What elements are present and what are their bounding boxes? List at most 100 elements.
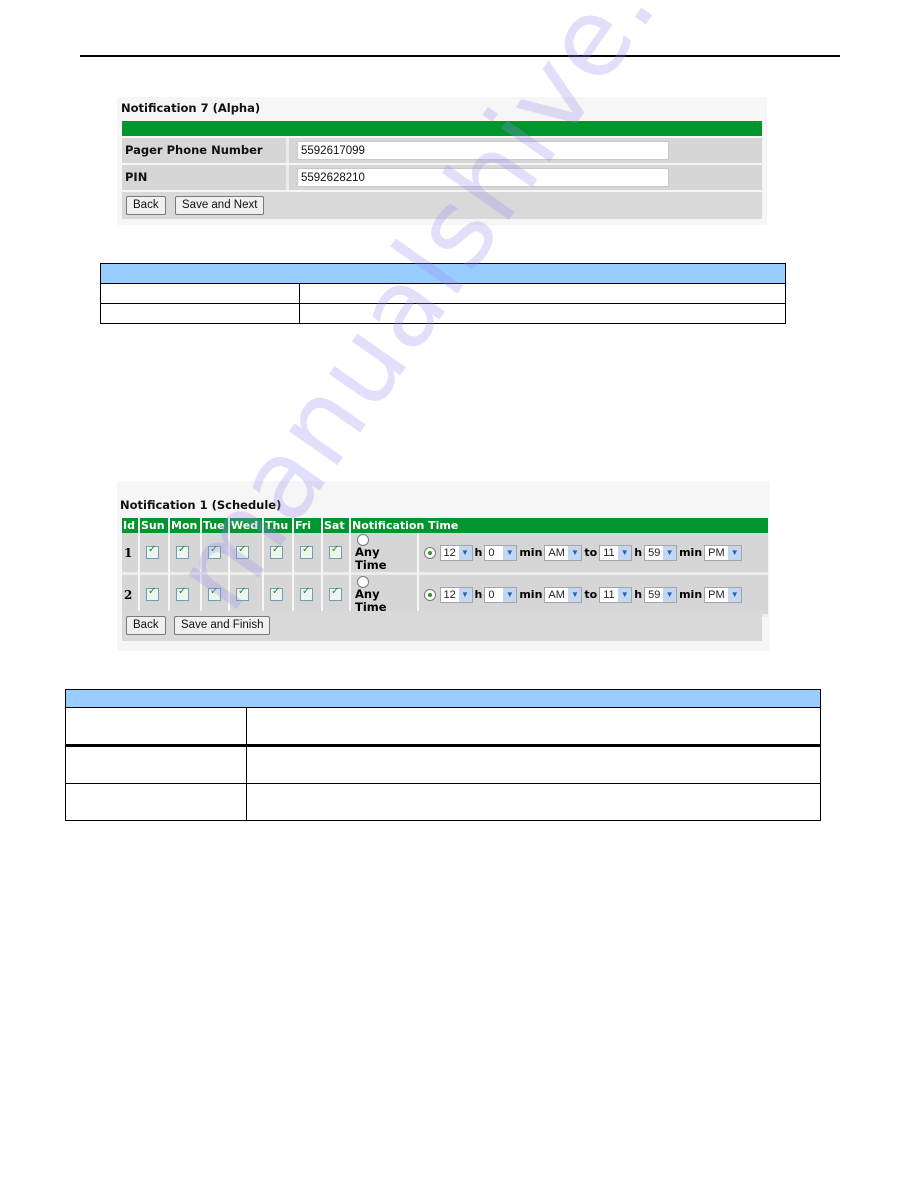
chevron-down-icon: ▼ (458, 545, 472, 560)
from-hour-select[interactable]: 12 ▼ (439, 586, 473, 603)
table-cell (299, 303, 786, 324)
pager-phone-row: Pager Phone Number (122, 138, 762, 163)
table-row (65, 707, 821, 746)
checkbox-tue-icon[interactable] (208, 586, 221, 602)
table-header-cell (65, 689, 821, 708)
to-hour-value: 11 (603, 588, 615, 601)
checkbox-wed-icon[interactable] (236, 586, 249, 602)
column-header-wed: Wed (230, 518, 262, 533)
checkbox-thu-icon[interactable] (270, 586, 283, 602)
chevron-down-icon: ▼ (503, 587, 517, 602)
any-time-radio-icon[interactable] (357, 533, 369, 546)
table-cell (65, 744, 247, 784)
any-time-radio-icon[interactable] (357, 575, 369, 588)
row-id: 1 (122, 533, 138, 575)
from-minute-select[interactable]: 0 ▼ (484, 544, 518, 561)
checkbox-sat-icon[interactable] (329, 544, 342, 560)
chevron-down-icon: ▼ (663, 587, 677, 602)
button-bar: Back Save and Next (122, 192, 762, 219)
schedule-row: 1Any Time 12▼h0▼minAM▼to11▼h59▼minPM▼ (122, 533, 768, 575)
to-hour-select[interactable]: 11 ▼ (599, 586, 633, 603)
time-range-radio-icon[interactable] (424, 546, 436, 559)
checkbox-tue-icon[interactable] (208, 544, 221, 560)
column-header-thu: Thu (264, 518, 292, 533)
back-button[interactable]: Back (126, 616, 166, 635)
checkbox-wed-icon[interactable] (236, 544, 249, 560)
day-cell-sun (140, 533, 168, 575)
save-and-next-button[interactable]: Save and Next (175, 196, 265, 215)
chevron-down-icon: ▼ (663, 545, 677, 560)
button-bar: Back Save and Finish (122, 611, 762, 641)
minute-unit-label: min (519, 587, 543, 601)
any-time-cell: Any Time (351, 533, 417, 575)
to-ampm-select[interactable]: PM ▼ (704, 544, 743, 561)
alpha-notification-panel: Notification 7 (Alpha) Pager Phone Numbe… (117, 97, 767, 225)
chevron-down-icon: ▼ (568, 545, 582, 560)
checkbox-fri-icon[interactable] (300, 586, 313, 602)
save-and-finish-button[interactable]: Save and Finish (174, 616, 271, 635)
to-label: to (584, 587, 598, 601)
page-header-rule (80, 55, 840, 57)
pager-phone-input[interactable] (297, 141, 669, 160)
to-minute-select[interactable]: 59 ▼ (644, 544, 678, 561)
checkbox-mon-icon[interactable] (176, 586, 189, 602)
to-hour-select[interactable]: 11 ▼ (599, 544, 633, 561)
day-cell-tue (202, 533, 228, 575)
panel-header-bar (122, 121, 762, 136)
chevron-down-icon: ▼ (503, 545, 517, 560)
from-ampm-select[interactable]: AM ▼ (544, 586, 583, 603)
day-cell-wed (230, 533, 262, 575)
schedule-grid: Id Sun Mon Tue Wed Thu Fri Sat Notificat… (120, 518, 770, 617)
chevron-down-icon: ▼ (728, 587, 742, 602)
to-minute-select[interactable]: 59 ▼ (644, 586, 678, 603)
column-header-tue: Tue (202, 518, 228, 533)
panel-title: Notification 7 (Alpha) (121, 101, 261, 115)
chevron-down-icon: ▼ (728, 545, 742, 560)
from-minute-value: 0 (488, 546, 495, 559)
checkbox-thu-icon[interactable] (270, 544, 283, 560)
column-header-id: Id (122, 518, 138, 533)
column-header-sat: Sat (323, 518, 349, 533)
minute-unit-label: min (679, 587, 703, 601)
to-ampm-select[interactable]: PM ▼ (704, 586, 743, 603)
day-cell-fri (294, 533, 321, 575)
from-hour-value: 12 (443, 546, 456, 559)
day-cell-sat (323, 533, 349, 575)
checkbox-mon-icon[interactable] (176, 544, 189, 560)
table-cell (65, 783, 247, 821)
column-header-mon: Mon (170, 518, 200, 533)
table-cell (246, 783, 821, 821)
hour-unit-label: h (634, 587, 643, 601)
to-ampm-value: PM (708, 588, 725, 601)
to-minute-value: 59 (648, 546, 661, 559)
checkbox-sun-icon[interactable] (146, 544, 159, 560)
chevron-down-icon: ▼ (458, 587, 472, 602)
hour-unit-label: h (634, 545, 643, 559)
schedule-notification-panel: Notification 1 (Schedule) Id Sun Mon Tue… (117, 481, 770, 651)
description-table-2 (65, 689, 821, 821)
checkbox-fri-icon[interactable] (300, 544, 313, 560)
table-header-cell (100, 263, 786, 284)
chevron-down-icon: ▼ (618, 587, 632, 602)
chevron-down-icon: ▼ (568, 587, 582, 602)
schedule-header-row: Id Sun Mon Tue Wed Thu Fri Sat Notificat… (122, 518, 768, 533)
pager-phone-label: Pager Phone Number (122, 138, 289, 163)
from-hour-value: 12 (443, 588, 456, 601)
time-range-cell: 12 ▼ h 0 ▼ min AM ▼ to 11 ▼ h 59 ▼ min PM ▼ (419, 533, 768, 575)
checkbox-sun-icon[interactable] (146, 586, 159, 602)
from-ampm-value: AM (548, 546, 565, 559)
pin-label: PIN (122, 165, 289, 190)
hour-unit-label: h (474, 545, 483, 559)
time-range-radio-icon[interactable] (424, 588, 436, 601)
table-header-row (100, 263, 786, 284)
checkbox-sat-icon[interactable] (329, 586, 342, 602)
from-minute-select[interactable]: 0 ▼ (484, 586, 518, 603)
table-header-row (65, 689, 821, 708)
description-table-1 (100, 263, 786, 324)
from-ampm-value: AM (548, 588, 565, 601)
from-hour-select[interactable]: 12 ▼ (439, 544, 473, 561)
pin-input[interactable] (297, 168, 669, 187)
from-ampm-select[interactable]: AM ▼ (544, 544, 583, 561)
back-button[interactable]: Back (126, 196, 166, 215)
table-cell (299, 283, 786, 304)
